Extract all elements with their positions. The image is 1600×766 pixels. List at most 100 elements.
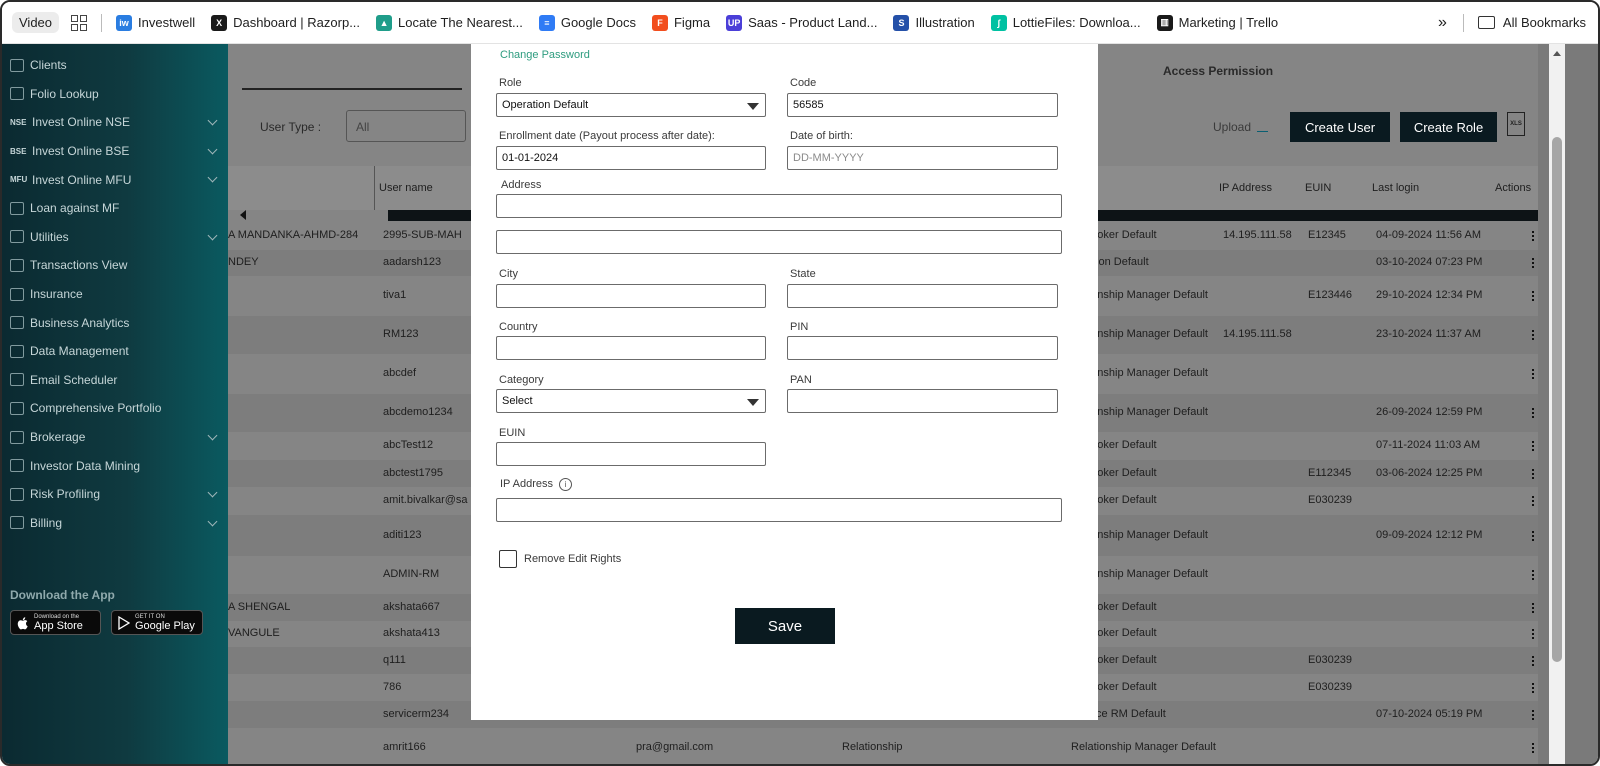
column-user-name[interactable]: User name: [379, 182, 433, 194]
table-cell-login: 03-06-2024 12:25 PM: [1376, 466, 1483, 479]
row-actions-icon[interactable]: [1532, 655, 1534, 666]
sidebar-item[interactable]: Data Management: [2, 337, 228, 366]
xls-export-icon[interactable]: XLS: [1507, 112, 1525, 136]
bookmark-item[interactable]: UP Saas - Product Land...: [726, 14, 877, 31]
address-line1-input[interactable]: [496, 194, 1062, 218]
create-user-button[interactable]: Create User: [1290, 112, 1390, 142]
apps-grid-icon[interactable]: [71, 14, 88, 31]
bookmark-video[interactable]: Video: [12, 12, 60, 33]
upload-button[interactable]: Upload: [1213, 120, 1269, 134]
user-type-select[interactable]: All: [346, 110, 466, 142]
bookmark-item[interactable]: S Illustration: [893, 14, 975, 31]
scroll-left-icon[interactable]: [240, 210, 246, 220]
row-actions-icon[interactable]: [1532, 231, 1534, 241]
table-row[interactable]: amrit166 pra@gmail.com Relationship Relatio…: [228, 728, 1538, 764]
role-label: Role: [499, 77, 522, 89]
bookmark-favicon-icon: F: [651, 14, 668, 31]
sidebar-item[interactable]: Brokerage: [2, 423, 228, 452]
all-bookmarks-button[interactable]: All Bookmarks: [1477, 15, 1586, 30]
sidebar-item[interactable]: Transactions View: [2, 251, 228, 280]
remove-edit-rights-checkbox[interactable]: [499, 550, 517, 568]
sidebar-item[interactable]: Loan against MF: [2, 194, 228, 223]
bookmark-item[interactable]: ≡ Google Docs: [538, 14, 636, 31]
row-actions-icon[interactable]: [1532, 709, 1534, 720]
sidebar-item[interactable]: Folio Lookup: [2, 80, 228, 109]
bookmarks-divider: [101, 13, 103, 32]
table-cell-user: akshata667: [383, 600, 440, 613]
app-store-badge[interactable]: Download on the App Store: [10, 610, 101, 635]
sidebar-item[interactable]: Risk Profiling: [2, 480, 228, 509]
sidebar-item[interactable]: Investor Data Mining: [2, 451, 228, 480]
bookmark-item[interactable]: F Figma: [651, 14, 710, 31]
row-actions-icon[interactable]: [1532, 743, 1534, 753]
sidebar-item[interactable]: Business Analytics: [2, 308, 228, 337]
change-password-link[interactable]: Change Password: [500, 49, 590, 61]
table-cell-user: abcdemo1234: [383, 406, 453, 418]
euin-input[interactable]: [496, 442, 766, 466]
category-select[interactable]: Select: [496, 389, 766, 413]
bookmarks-divider-right: [1462, 13, 1464, 32]
tab-access-permission[interactable]: Access Permission: [1163, 64, 1273, 78]
google-play-badge[interactable]: GET IT ON Google Play: [111, 610, 203, 635]
table-cell-name: A SHENGAL: [228, 600, 291, 613]
row-actions-icon[interactable]: [1532, 496, 1534, 506]
sidebar-item[interactable]: Comprehensive Portfolio: [2, 394, 228, 423]
row-actions-icon[interactable]: [1532, 291, 1534, 301]
address-line2-input[interactable]: [496, 230, 1062, 254]
bookmark-item[interactable]: ∫ LottieFiles: Downloa...: [990, 14, 1141, 31]
column-last-login[interactable]: Last login: [1372, 182, 1419, 194]
table-cell-login: 09-09-2024 12:12 PM: [1376, 528, 1483, 541]
row-actions-icon[interactable]: [1532, 258, 1534, 268]
sidebar-item[interactable]: Email Scheduler: [2, 366, 228, 395]
bookmark-item[interactable]: iw Investwell: [116, 14, 195, 31]
pin-input[interactable]: [787, 336, 1058, 360]
bookmark-item[interactable]: ▥ Marketing | Trello: [1156, 14, 1278, 31]
country-input[interactable]: [496, 336, 766, 360]
sidebar-item[interactable]: Billing: [2, 509, 228, 538]
row-actions-icon[interactable]: [1532, 570, 1534, 580]
sidebar-item-icon: [10, 87, 24, 101]
row-actions-icon[interactable]: [1532, 629, 1534, 639]
column-ip-address[interactable]: IP Address: [1219, 182, 1272, 194]
city-input[interactable]: [496, 284, 766, 308]
save-button[interactable]: Save: [735, 608, 835, 644]
row-actions-icon[interactable]: [1532, 602, 1534, 613]
sidebar: Clients Folio Lookup NSE Invest Online NSE B…: [2, 44, 228, 764]
enrollment-date-input[interactable]: 01-01-2024: [496, 146, 766, 170]
create-role-button[interactable]: Create Role: [1400, 112, 1497, 142]
bookmark-label: Dashboard | Razorp...: [233, 15, 361, 30]
sidebar-item-icon: [10, 430, 24, 444]
code-input[interactable]: 56585: [787, 93, 1058, 117]
row-actions-icon[interactable]: [1532, 441, 1534, 451]
sidebar-item[interactable]: Utilities: [2, 223, 228, 252]
scrollbar-thumb[interactable]: [1552, 137, 1562, 662]
more-bookmarks-icon[interactable]: »: [1438, 14, 1447, 32]
sidebar-item[interactable]: Insurance: [2, 280, 228, 309]
row-actions-icon[interactable]: [1532, 682, 1534, 693]
sidebar-tag: BSE: [10, 146, 27, 156]
row-actions-icon[interactable]: [1532, 468, 1534, 479]
sidebar-item[interactable]: Clients: [2, 51, 228, 80]
table-cell-role: Relationship Manager Default: [1071, 741, 1216, 753]
bookmark-item[interactable]: ▲ Locate The Nearest...: [376, 14, 523, 31]
column-euin[interactable]: EUIN: [1305, 182, 1331, 194]
table-cell-user: akshata413: [383, 627, 440, 639]
role-select[interactable]: Operation Default: [496, 93, 766, 117]
pan-input[interactable]: [787, 389, 1058, 413]
apple-icon: [17, 616, 28, 629]
row-actions-icon[interactable]: [1532, 530, 1534, 541]
scroll-up-icon[interactable]: [1553, 51, 1561, 56]
dob-input[interactable]: DD-MM-YYYY: [787, 146, 1058, 170]
sidebar-item[interactable]: NSE Invest Online NSE: [2, 108, 228, 137]
ip-address-input[interactable]: [496, 498, 1062, 522]
row-actions-icon[interactable]: [1532, 330, 1534, 340]
table-cell-user: abctest1795: [383, 466, 443, 479]
sidebar-item[interactable]: BSE Invest Online BSE: [2, 137, 228, 166]
bookmark-item[interactable]: X Dashboard | Razorp...: [211, 14, 361, 31]
sidebar-item[interactable]: MFU Invest Online MFU: [2, 165, 228, 194]
info-icon[interactable]: i: [559, 478, 572, 491]
row-actions-icon[interactable]: [1532, 369, 1534, 379]
row-actions-icon[interactable]: [1532, 408, 1534, 418]
upload-label: Upload: [1213, 120, 1252, 134]
state-input[interactable]: [787, 284, 1058, 308]
